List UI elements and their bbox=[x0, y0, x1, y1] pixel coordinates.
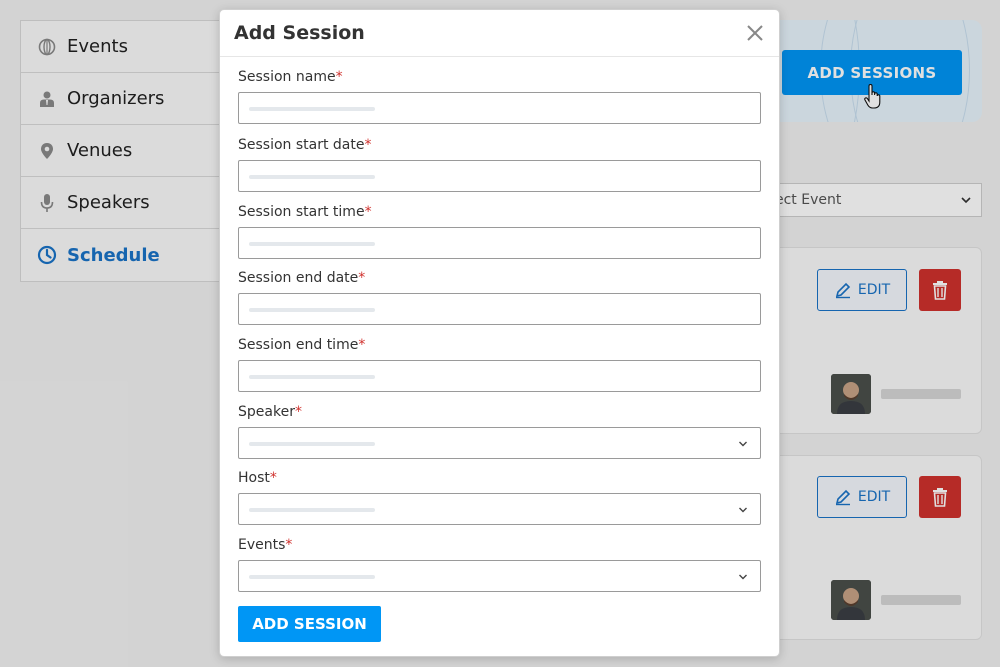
add-session-submit-button[interactable]: ADD SESSION bbox=[238, 606, 381, 642]
field-label-text: Speaker bbox=[238, 404, 295, 420]
placeholder-bar bbox=[249, 508, 375, 512]
session-end-time-field: Session end time* bbox=[238, 336, 761, 392]
events-field: Events* bbox=[238, 536, 761, 592]
field-label: Session end time* bbox=[238, 336, 761, 354]
field-label: Session end date* bbox=[238, 269, 761, 287]
session-end-date-field: Session end date* bbox=[238, 269, 761, 325]
add-session-modal: Add Session Session name* Session start … bbox=[219, 9, 780, 657]
field-label-text: Session end date bbox=[238, 270, 359, 286]
field-label: Host* bbox=[238, 469, 761, 487]
required-marker: * bbox=[364, 137, 372, 153]
modal-header: Add Session bbox=[220, 10, 779, 57]
speaker-select[interactable] bbox=[238, 427, 761, 459]
required-marker: * bbox=[364, 204, 372, 220]
placeholder-bar bbox=[249, 107, 375, 111]
host-select[interactable] bbox=[238, 493, 761, 525]
session-start-time-input[interactable] bbox=[238, 227, 761, 259]
session-start-date-field: Session start date* bbox=[238, 136, 761, 192]
field-label: Session start date* bbox=[238, 136, 761, 154]
required-marker: * bbox=[269, 470, 277, 486]
session-end-time-input[interactable] bbox=[238, 360, 761, 392]
chevron-down-icon bbox=[739, 441, 747, 447]
field-label-text: Session name bbox=[238, 69, 336, 85]
session-end-date-input[interactable] bbox=[238, 293, 761, 325]
chevron-down-icon bbox=[739, 574, 747, 580]
modal-title: Add Session bbox=[234, 22, 365, 44]
placeholder-bar bbox=[249, 575, 375, 579]
field-label: Session name* bbox=[238, 68, 761, 86]
required-marker: * bbox=[294, 404, 302, 420]
chevron-down-icon bbox=[739, 507, 747, 513]
speaker-field: Speaker* bbox=[238, 403, 761, 459]
field-label: Events* bbox=[238, 536, 761, 554]
placeholder-bar bbox=[249, 175, 375, 179]
field-label-text: Host bbox=[238, 470, 270, 486]
session-start-time-field: Session start time* bbox=[238, 203, 761, 259]
session-name-input[interactable] bbox=[238, 92, 761, 124]
events-select[interactable] bbox=[238, 560, 761, 592]
field-label-text: Session end time bbox=[238, 337, 359, 353]
host-field: Host* bbox=[238, 469, 761, 525]
placeholder-bar bbox=[249, 242, 375, 246]
field-label: Speaker* bbox=[238, 403, 761, 421]
placeholder-bar bbox=[249, 375, 375, 379]
required-marker: * bbox=[358, 337, 366, 353]
field-label: Session start time* bbox=[238, 203, 761, 221]
required-marker: * bbox=[335, 69, 343, 85]
required-marker: * bbox=[285, 537, 293, 553]
field-label-text: Events bbox=[238, 537, 286, 553]
session-name-field: Session name* bbox=[238, 68, 761, 124]
close-icon[interactable] bbox=[745, 23, 765, 43]
placeholder-bar bbox=[249, 442, 375, 446]
required-marker: * bbox=[358, 270, 366, 286]
placeholder-bar bbox=[249, 308, 375, 312]
field-label-text: Session start date bbox=[238, 137, 365, 153]
field-label-text: Session start time bbox=[238, 204, 365, 220]
session-start-date-input[interactable] bbox=[238, 160, 761, 192]
